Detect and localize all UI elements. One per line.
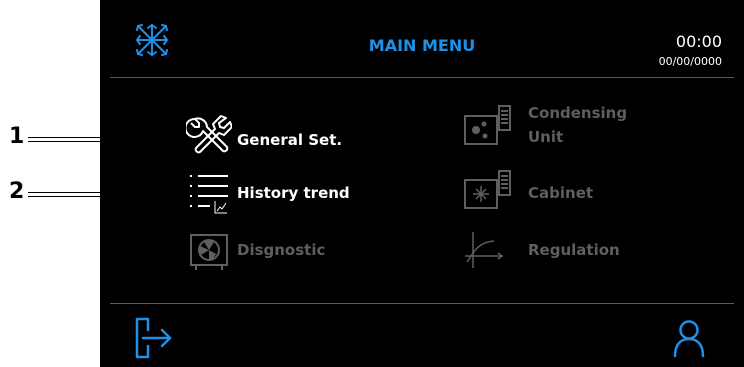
user-icon[interactable] [672,318,706,358]
menu-item-diagnostic: Disgnostic [186,232,356,276]
fan-unit-icon [190,234,228,270]
menu-item-regulation: Regulation [462,228,642,276]
menu-item-condensing-unit: Condensing Unit [462,102,662,154]
menu-item-label: Condensing [528,104,628,122]
menu-item-cabinet: Cabinet [462,168,642,216]
page-title: MAIN MENU [368,36,476,55]
tools-icon [186,115,232,154]
list-trend-icon [190,175,228,214]
clock-time: 00:00 [675,32,722,51]
menu-item-general-settings[interactable]: General Set. [186,112,346,160]
hmi-screen: MAIN MENU 00:00 00/00/0000 General Set. [100,0,744,367]
condensing-unit-icon [464,105,511,145]
callout-1: 1 [9,124,25,149]
menu-item-label: General Set. [237,131,343,149]
menu-item-label: History trend [237,184,350,202]
curve-icon [465,232,504,268]
menu-item-label: Cabinet [528,184,594,202]
logout-icon[interactable] [134,316,174,360]
clock-date: 00/00/0000 [658,55,722,68]
footer-divider [110,303,734,304]
menu-item-label: Disgnostic [237,241,326,259]
menu-item-label-line2: Unit [528,128,564,146]
cabinet-icon [464,170,511,209]
callout-2: 2 [9,179,25,204]
header-divider [110,77,734,78]
menu-item-history-trend[interactable]: History trend [186,172,366,220]
menu-item-label: Regulation [528,241,620,259]
